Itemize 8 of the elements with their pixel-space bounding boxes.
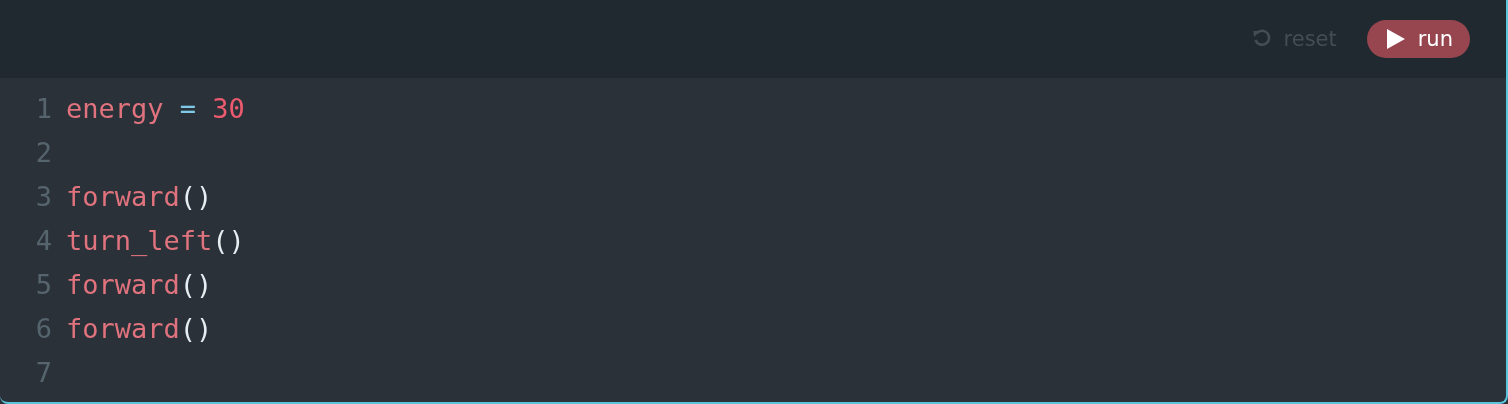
code-line: forward() xyxy=(66,180,213,212)
play-icon xyxy=(1385,28,1406,50)
reset-icon xyxy=(1251,29,1272,49)
code-line: turn_left() xyxy=(66,224,245,256)
code-line: energy = 30 xyxy=(66,92,245,124)
code-line: forward() xyxy=(66,268,213,300)
run-button[interactable]: run xyxy=(1366,20,1470,58)
code-line: forward() xyxy=(66,312,213,344)
